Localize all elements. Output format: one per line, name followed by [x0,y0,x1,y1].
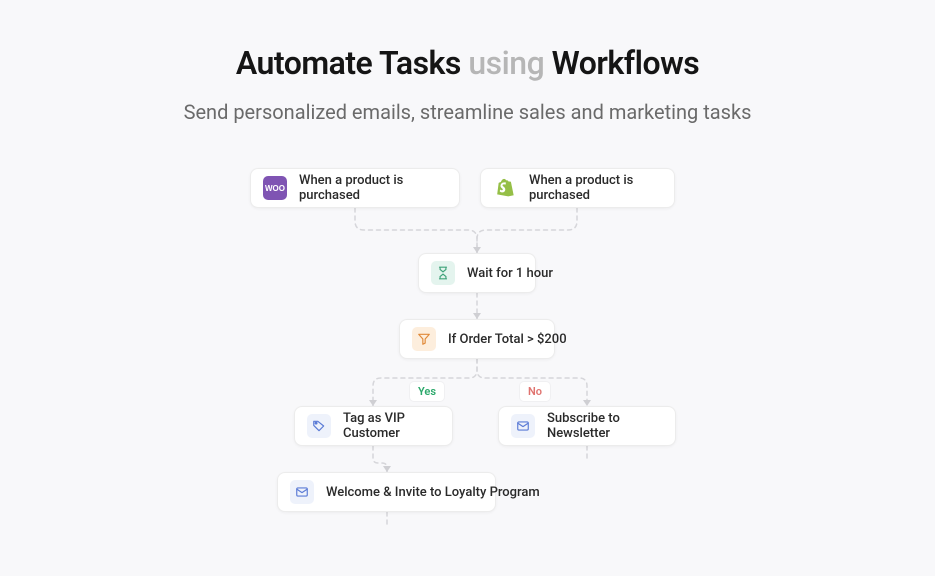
branch-badge-no: No [520,382,550,401]
wait-node[interactable]: Wait for 1 hour [418,253,536,293]
title-part-2: Workflows [552,44,700,82]
action-label: Welcome & Invite to Loyalty Program [326,485,540,500]
tag-icon [307,414,331,438]
condition-label: If Order Total > $200 [448,332,567,347]
svg-text:WOO: WOO [265,184,285,193]
title-part-muted: using [468,44,551,82]
action-node-tag[interactable]: Tag as VIP Customer [294,406,453,446]
page-title: Automate Tasks using Workflows [0,44,935,82]
action-label: Subscribe to Newsletter [547,411,659,441]
mail-icon [290,480,314,504]
action-label: Tag as VIP Customer [343,411,436,441]
woocommerce-icon: WOO [263,176,287,200]
condition-node[interactable]: If Order Total > $200 [399,319,555,359]
trigger-node-shopify[interactable]: When a product is purchased [480,168,675,208]
wait-label: Wait for 1 hour [467,266,553,281]
shopify-icon [493,176,517,200]
trigger-label: When a product is purchased [299,173,443,203]
trigger-label: When a product is purchased [529,173,658,203]
trigger-node-woocommerce[interactable]: WOO When a product is purchased [250,168,460,208]
hourglass-icon [431,261,455,285]
action-node-welcome[interactable]: Welcome & Invite to Loyalty Program [277,472,496,512]
branch-badge-yes: Yes [410,382,444,401]
filter-icon [412,327,436,351]
mail-icon [511,414,535,438]
action-node-subscribe[interactable]: Subscribe to Newsletter [498,406,676,446]
title-part-1: Automate Tasks [236,44,469,82]
page-subtitle: Send personalized emails, streamline sal… [0,100,935,124]
